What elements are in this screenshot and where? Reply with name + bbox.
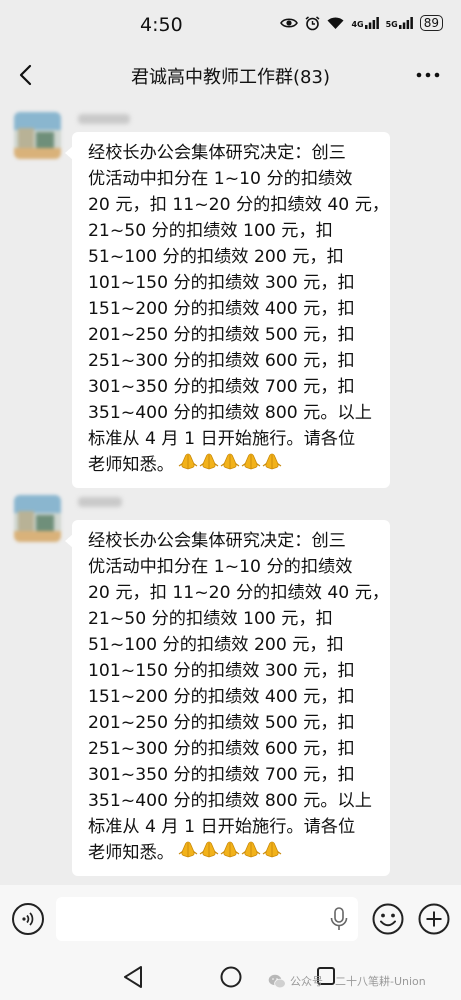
message-line: 老师知悉。 <box>88 843 174 863</box>
message-bubble[interactable]: 经校长办公会集体研究决定：创三 优活动中扣分在 1~10 分的扣绩效 20 元，… <box>65 132 390 488</box>
more-dots-icon <box>416 72 440 78</box>
message-item: 经校长办公会集体研究决定：创三 优活动中扣分在 1~10 分的扣绩效 20 元，… <box>14 495 454 876</box>
emoji-row <box>178 840 282 866</box>
network-label-1: 4G <box>351 20 364 29</box>
folded-hands-icon <box>178 452 198 478</box>
sound-wave-icon <box>22 912 34 926</box>
message-line: 151~200 分的扣绩效 400 元，扣 <box>88 687 355 707</box>
input-bar <box>0 885 461 955</box>
avatar[interactable] <box>14 495 61 542</box>
folded-hands-icon <box>262 840 282 866</box>
chat-header: 君诚高中教师工作群(83) <box>0 50 461 100</box>
message-line: 301~350 分的扣绩效 700 元，扣 <box>88 765 355 785</box>
message-input[interactable] <box>56 897 358 941</box>
message-line: 老师知悉。 <box>88 455 174 475</box>
wechat-logo-icon <box>268 974 286 988</box>
message-line: 101~150 分的扣绩效 300 元，扣 <box>88 273 355 293</box>
message-line: 优活动中扣分在 1~10 分的扣绩效 <box>88 169 353 189</box>
sender-name <box>78 497 122 507</box>
folded-hands-icon <box>178 840 198 866</box>
message-line: 标准从 4 月 1 日开始施行。请各位 <box>88 429 356 449</box>
message-line: 20 元，扣 11~20 分的扣绩效 40 元， <box>88 195 390 215</box>
plus-button[interactable] <box>417 902 451 936</box>
nav-home-icon[interactable] <box>219 965 243 989</box>
alarm-icon <box>305 15 320 31</box>
status-bar: 4:50 4G 5G 89 <box>0 0 461 50</box>
message-line: 51~100 分的扣绩效 200 元，扣 <box>88 247 344 267</box>
signal-4g-icon: 4G <box>351 17 379 29</box>
folded-hands-icon <box>262 452 282 478</box>
message-line: 301~350 分的扣绩效 700 元，扣 <box>88 377 355 397</box>
folded-hands-icon <box>220 452 240 478</box>
status-time: 4:50 <box>140 14 183 36</box>
message-line: 优活动中扣分在 1~10 分的扣绩效 <box>88 557 353 577</box>
folded-hands-icon <box>241 840 261 866</box>
more-options-button[interactable] <box>413 65 443 85</box>
eye-icon <box>280 17 299 29</box>
message-item: 经校长办公会集体研究决定：创三 优活动中扣分在 1~10 分的扣绩效 20 元，… <box>14 112 454 488</box>
message-line: 101~150 分的扣绩效 300 元，扣 <box>88 661 355 681</box>
folded-hands-icon <box>241 452 261 478</box>
emoji-row <box>178 452 282 478</box>
message-line: 经校长办公会集体研究决定：创三 <box>88 143 346 163</box>
message-line: 20 元，扣 11~20 分的扣绩效 40 元， <box>88 583 390 603</box>
message-line: 21~50 分的扣绩效 100 元，扣 <box>88 609 333 629</box>
watermark: 公众号 二十八笔耕-Union <box>268 973 426 989</box>
emoji-button[interactable] <box>371 902 405 936</box>
message-line: 151~200 分的扣绩效 400 元，扣 <box>88 299 355 319</box>
microphone-icon[interactable] <box>329 907 349 931</box>
nav-back-icon[interactable] <box>122 965 144 989</box>
message-line: 21~50 分的扣绩效 100 元，扣 <box>88 221 333 241</box>
message-line: 51~100 分的扣绩效 200 元，扣 <box>88 635 344 655</box>
watermark-account: 二十八笔耕-Union <box>335 975 426 988</box>
voice-input-button[interactable] <box>12 903 44 935</box>
watermark-label: 公众号 <box>290 975 323 988</box>
message-line: 经校长办公会集体研究决定：创三 <box>88 531 346 551</box>
message-last-line: 老师知悉。 <box>88 452 376 478</box>
status-icons: 4G 5G 89 <box>280 15 443 31</box>
sender-name <box>78 114 130 124</box>
message-line: 351~400 分的扣绩效 800 元。以上 <box>88 403 372 423</box>
message-bubble[interactable]: 经校长办公会集体研究决定：创三 优活动中扣分在 1~10 分的扣绩效 20 元，… <box>65 520 390 876</box>
battery-indicator: 89 <box>419 15 443 31</box>
folded-hands-icon <box>199 840 219 866</box>
message-line: 201~250 分的扣绩效 500 元，扣 <box>88 325 355 345</box>
signal-5g-icon: 5G <box>386 17 413 29</box>
avatar[interactable] <box>14 112 61 159</box>
message-line: 351~400 分的扣绩效 800 元。以上 <box>88 791 372 811</box>
message-line: 标准从 4 月 1 日开始施行。请各位 <box>88 817 356 837</box>
message-line: 251~300 分的扣绩效 600 元，扣 <box>88 739 355 759</box>
message-line: 201~250 分的扣绩效 500 元，扣 <box>88 713 355 733</box>
folded-hands-icon <box>199 452 219 478</box>
message-line: 251~300 分的扣绩效 600 元，扣 <box>88 351 355 371</box>
chat-title: 君诚高中教师工作群(83) <box>131 67 330 88</box>
system-nav-bar: 公众号 二十八笔耕-Union <box>0 955 461 1000</box>
message-last-line: 老师知悉。 <box>88 840 376 866</box>
folded-hands-icon <box>220 840 240 866</box>
network-label-2: 5G <box>385 20 398 29</box>
chat-screen: 4:50 4G 5G 89 君诚高中教师工作群(83) 经校长办公会集体研究决定… <box>0 0 461 1000</box>
wifi-icon <box>327 17 344 30</box>
